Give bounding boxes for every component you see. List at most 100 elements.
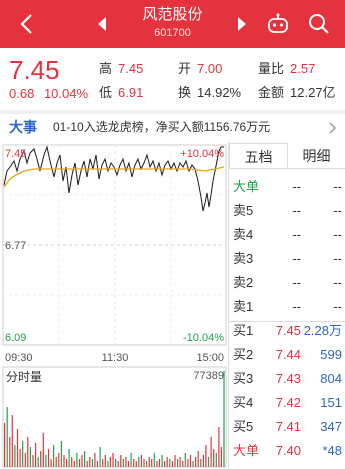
volume-bar [195,457,197,467]
amount-item: 金额 12.27亿 [258,85,336,101]
volume-ratio-value: 2.57 [290,61,316,76]
volume-bar [68,449,70,467]
robot-icon[interactable] [266,13,290,35]
book-row-qty: -- [333,299,342,314]
volume-bar [89,457,91,467]
volume-bar [14,445,16,467]
volume-bar [112,453,114,467]
volume-bar [179,457,181,467]
volume-bar [220,447,222,467]
volume-bar [146,461,148,467]
top-bar: 风范股份 601700 [0,0,345,48]
volume-bar [19,449,21,467]
news-text: 01-10入选龙虎榜，净买入额1156.76万元 [53,120,271,134]
price-mid-label: 6.77 [5,240,26,252]
volume-bar [60,441,62,467]
next-stock-icon[interactable] [236,15,248,33]
volume-bar [66,459,68,467]
volume-bar [81,455,83,467]
volume-bar [164,461,166,467]
book-row-price: -- [292,299,301,314]
volume-bar [71,457,73,467]
volume-bar [187,459,189,467]
news-bar[interactable]: 大事 01-10入选龙虎榜，净买入额1156.76万元 [0,114,345,141]
book-row-price: 7.45 [275,323,301,338]
volume-bar [215,453,217,467]
stock-title: 风范股份 601700 [120,6,225,40]
book-row-price: -- [292,179,301,194]
volume-bar [86,461,88,467]
book-row: 买1 7.45 2.28万 [229,319,345,343]
prev-stock-icon[interactable] [96,15,108,33]
book-row-label: 卖3 [233,251,254,266]
volume-bar [32,455,34,467]
book-row-label: 大单 [233,179,260,194]
low-value: 6.91 [118,85,144,100]
tab-details[interactable]: 明细 [288,143,345,168]
volume-bar [138,457,140,467]
volume-max-label: 77389 [193,370,224,382]
turnover-item: 换 14.92% [178,85,241,101]
volume-bar [115,459,117,467]
volume-bar [96,461,99,467]
back-icon [20,14,32,34]
high-item: 高 7.45 [99,61,143,77]
quote-summary: 7.45 0.68 10.04% 高 7.45 开 7.00 量比 2.57 低 6.9… [0,48,345,110]
book-row-label: 卖1 [233,299,254,314]
book-row-price: 7.42 [275,395,301,410]
book-row: 大单 7.40 *48 [229,439,345,463]
amount-label: 金额 [258,85,285,100]
tab-five-levels[interactable]: 五档 [229,143,288,168]
book-row-label: 买3 [233,371,254,386]
average-line [3,166,225,188]
book-row-price: -- [292,227,301,242]
volume-bar [184,453,186,467]
volume-bar [107,461,109,467]
book-row-label: 卖5 [233,203,254,218]
time-start-label: 09:30 [5,352,33,364]
volume-bar [73,461,75,467]
volume-bar [202,455,204,467]
volume-bar [156,461,158,467]
book-divider [229,321,345,322]
book-row: 卖1 -- -- [229,295,345,319]
volume-bar [9,437,11,467]
book-row-qty: 804 [320,371,342,386]
volume-bar [200,459,202,467]
intraday-chart[interactable]: 7.45 +10.04% 6.77 6.09 -10.04% 09:30 11:… [0,141,228,469]
volume-bar [4,423,6,467]
book-row-label: 买2 [233,347,254,362]
volume-bar [182,461,184,467]
volume-bar [223,371,225,467]
price-bottom-label: 6.09 [5,332,26,344]
search-icon[interactable] [307,12,331,36]
volume-bar [78,459,81,467]
volume-bar [205,445,207,467]
book-row: 买5 7.41 347 [229,415,345,439]
book-row-price: 7.44 [275,347,301,362]
back-button[interactable] [14,10,38,38]
pct-top-label: +10.04% [180,148,224,160]
amount-value: 12.27亿 [290,85,336,100]
turnover-value: 14.92% [197,85,242,100]
stock-name: 风范股份 [142,6,203,23]
pct-bottom-label: -10.04% [183,332,224,344]
volume-bar [207,457,210,467]
intraday-chart-svg: 7.45 +10.04% 6.77 6.09 -10.04% 09:30 11:… [2,144,227,468]
volume-bar [42,433,44,467]
order-book: 五档 明细 大单 -- -- 卖5 -- -- 卖4 -- -- 卖3 -- -- 卖2 -- -- 卖1 --… [228,141,345,469]
book-row-qty: 599 [320,347,342,362]
volume-bar [22,441,24,467]
book-row-qty: -- [333,227,342,242]
volume-bar [63,455,65,467]
book-row: 大单 -- -- [229,175,345,199]
volume-bar [84,451,86,467]
news-tag: 大事 [9,119,37,135]
volume-bar [99,447,101,467]
book-row-price: -- [292,275,301,290]
volume-bar [117,461,119,467]
volume-bar [140,455,142,467]
book-row-label: 卖2 [233,275,254,290]
open-item: 开 7.00 [178,61,222,77]
book-row: 卖3 -- -- [229,247,345,271]
